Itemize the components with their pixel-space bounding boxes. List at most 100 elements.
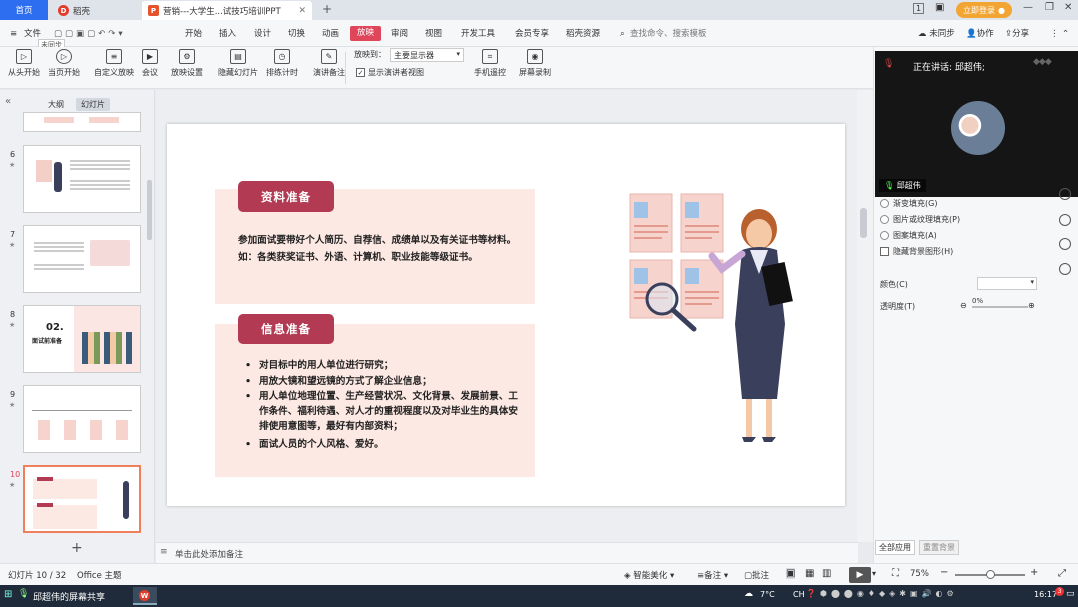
- play-slideshow-button[interactable]: ▶: [849, 567, 871, 583]
- menu-insert[interactable]: 插入: [219, 27, 236, 41]
- restore-icon[interactable]: ❐: [1045, 2, 1054, 13]
- star-icon: ★: [9, 161, 16, 169]
- slide-thumb-10[interactable]: [23, 465, 141, 533]
- menu-start[interactable]: 开始: [185, 27, 202, 41]
- slide-thumb-9[interactable]: [23, 385, 141, 453]
- unsync-button[interactable]: ☁ 未同步: [918, 27, 955, 41]
- command-search[interactable]: 查找命令、搜索模板: [630, 27, 707, 41]
- zoom-level[interactable]: 75%: [910, 569, 929, 579]
- presenter-view-toggle[interactable]: ✓ 显示演讲者视图: [356, 67, 424, 78]
- fit-window-icon[interactable]: ⛶: [892, 568, 899, 579]
- picture-fill-option[interactable]: 图片或纹理填充(P): [880, 214, 960, 225]
- transparency-increase-icon[interactable]: ⊕: [1028, 301, 1035, 310]
- collapse-ribbon-icon[interactable]: ⌃: [1062, 27, 1069, 41]
- menu-daoke-resources[interactable]: 稻壳资源: [566, 27, 600, 41]
- transparency-decrease-icon[interactable]: ⊖: [960, 301, 967, 310]
- search-icon[interactable]: ⌕: [620, 27, 625, 41]
- scroll-thumb[interactable]: [860, 208, 867, 238]
- play-current-button[interactable]: ▷ 当页开始: [48, 49, 80, 78]
- collab-button[interactable]: 👤协作: [966, 27, 994, 41]
- menu-animation[interactable]: 动画: [322, 27, 339, 41]
- speaker-notes-button[interactable]: ✎ 演讲备注: [313, 49, 345, 78]
- tab-outline[interactable]: 大纲: [43, 98, 69, 111]
- menu-view[interactable]: 视图: [425, 27, 442, 41]
- current-slide[interactable]: 资料准备 参加面试要带好个人简历、自荐信、成绩单以及有关证书等材料。如：各类获奖…: [167, 124, 845, 506]
- new-tab-icon[interactable]: +: [322, 2, 332, 16]
- beautify-button[interactable]: ◈ 智能美化 ▾: [624, 569, 674, 581]
- rehearse-button[interactable]: ◷ 排练计时: [266, 49, 298, 78]
- page-count-badge[interactable]: 1: [913, 3, 925, 14]
- menu-transition[interactable]: 切换: [288, 27, 305, 41]
- pattern-fill-option[interactable]: 图案填充(A): [880, 230, 937, 241]
- reset-background-button[interactable]: 重置背景: [919, 540, 959, 555]
- menu-design[interactable]: 设计: [254, 27, 271, 41]
- side-location-icon[interactable]: [1059, 263, 1071, 275]
- add-slide-icon[interactable]: +: [71, 540, 83, 556]
- wps-taskbar-button[interactable]: W: [133, 587, 157, 605]
- layout-icon[interactable]: ▣: [935, 2, 944, 13]
- play-options-icon[interactable]: ▾: [872, 569, 876, 578]
- tray-icons[interactable]: ❓⬢⬤⬤◉♦◆◈✱▣🔊◐⚙: [806, 589, 958, 598]
- tab-slides[interactable]: 幻灯片: [76, 98, 110, 111]
- hide-background-option[interactable]: 隐藏背景图形(H): [880, 246, 953, 257]
- hide-slide-button[interactable]: ▤ 隐藏幻灯片: [218, 49, 258, 78]
- close-window-icon[interactable]: ✕: [1064, 2, 1072, 13]
- apply-all-button[interactable]: 全部应用: [875, 540, 915, 555]
- screen-record-button[interactable]: ◉ 屏幕录制: [519, 49, 551, 78]
- radio-icon[interactable]: [880, 199, 889, 208]
- tab-daoke[interactable]: D 稻壳: [52, 1, 136, 20]
- custom-show-button[interactable]: ≡ 自定义放映: [94, 49, 134, 78]
- normal-view-icon[interactable]: ▣: [786, 568, 796, 579]
- sorter-view-icon[interactable]: ▦: [805, 568, 814, 579]
- hamburger-icon[interactable]: ≡: [10, 27, 17, 41]
- side-share-icon[interactable]: [1059, 238, 1071, 250]
- slide-thumb-6[interactable]: [23, 145, 141, 213]
- menu-developer[interactable]: 开发工具: [461, 27, 495, 41]
- color-picker[interactable]: ▾: [977, 277, 1037, 290]
- slide-thumb-8[interactable]: 02. 面试前准备: [23, 305, 141, 373]
- zoom-out-icon[interactable]: −: [940, 567, 948, 578]
- radio-icon[interactable]: [880, 215, 889, 224]
- minimize-icon[interactable]: —: [1023, 2, 1033, 13]
- menu-slideshow[interactable]: 放映: [350, 26, 382, 41]
- clock[interactable]: 16:17: [1034, 590, 1057, 599]
- slide-thumb-5[interactable]: [23, 112, 141, 132]
- transparency-slider[interactable]: [972, 306, 1028, 308]
- reading-view-icon[interactable]: ▥: [822, 568, 831, 579]
- close-tab-icon[interactable]: ✕: [298, 6, 306, 16]
- input-language[interactable]: CH: [793, 590, 805, 599]
- login-button[interactable]: 立即登录 ●: [956, 2, 1012, 18]
- notification-badge[interactable]: 3: [1055, 587, 1064, 596]
- fullscreen-icon[interactable]: ⤢: [1058, 568, 1066, 579]
- play-from-start-button[interactable]: ▷ 从头开始: [8, 49, 40, 78]
- radio-icon[interactable]: [880, 231, 889, 240]
- checkbox-checked-icon[interactable]: ✓: [356, 68, 365, 77]
- side-property-icon[interactable]: [1059, 188, 1071, 200]
- canvas-scrollbar[interactable]: [857, 90, 873, 542]
- zoom-in-icon[interactable]: +: [1030, 567, 1038, 578]
- notes-placeholder[interactable]: 单击此处添加备注: [175, 548, 243, 560]
- collapse-panel-icon[interactable]: «: [5, 96, 11, 107]
- slide-thumb-7[interactable]: [23, 225, 141, 293]
- tab-home[interactable]: 首页: [0, 0, 48, 20]
- notes-bar[interactable]: ≡ 单击此处添加备注: [156, 542, 858, 563]
- gradient-fill-option[interactable]: 渐变填充(G): [880, 198, 937, 209]
- notification-icon[interactable]: ▭: [1066, 589, 1075, 599]
- monitor-select[interactable]: 主要显示器 ▾: [390, 48, 464, 62]
- phone-remote-button[interactable]: ⌗ 手机遥控: [474, 49, 506, 78]
- presenter-view-label: 显示演讲者视图: [368, 68, 424, 77]
- panel-scrollbar[interactable]: [147, 180, 152, 240]
- side-help-icon[interactable]: [1059, 214, 1071, 226]
- notes-toggle[interactable]: ≡备注 ▾: [697, 569, 728, 581]
- windows-start-icon[interactable]: ⊞: [4, 589, 12, 600]
- menu-member[interactable]: 会员专享: [515, 27, 549, 41]
- menu-review[interactable]: 审阅: [391, 27, 408, 41]
- meeting-button[interactable]: ▶ 会议: [142, 49, 158, 78]
- comments-toggle[interactable]: ▢批注: [744, 569, 769, 581]
- show-settings-button[interactable]: ⚙ 放映设置: [171, 49, 203, 78]
- checkbox-icon[interactable]: [880, 247, 889, 256]
- more-icon[interactable]: ⋮: [1050, 27, 1059, 41]
- zoom-slider-thumb[interactable]: [986, 570, 995, 579]
- tab-document[interactable]: P 营销---大学生...试技巧培训PPT ✕: [142, 1, 312, 20]
- share-button[interactable]: ⇪分享: [1005, 27, 1029, 41]
